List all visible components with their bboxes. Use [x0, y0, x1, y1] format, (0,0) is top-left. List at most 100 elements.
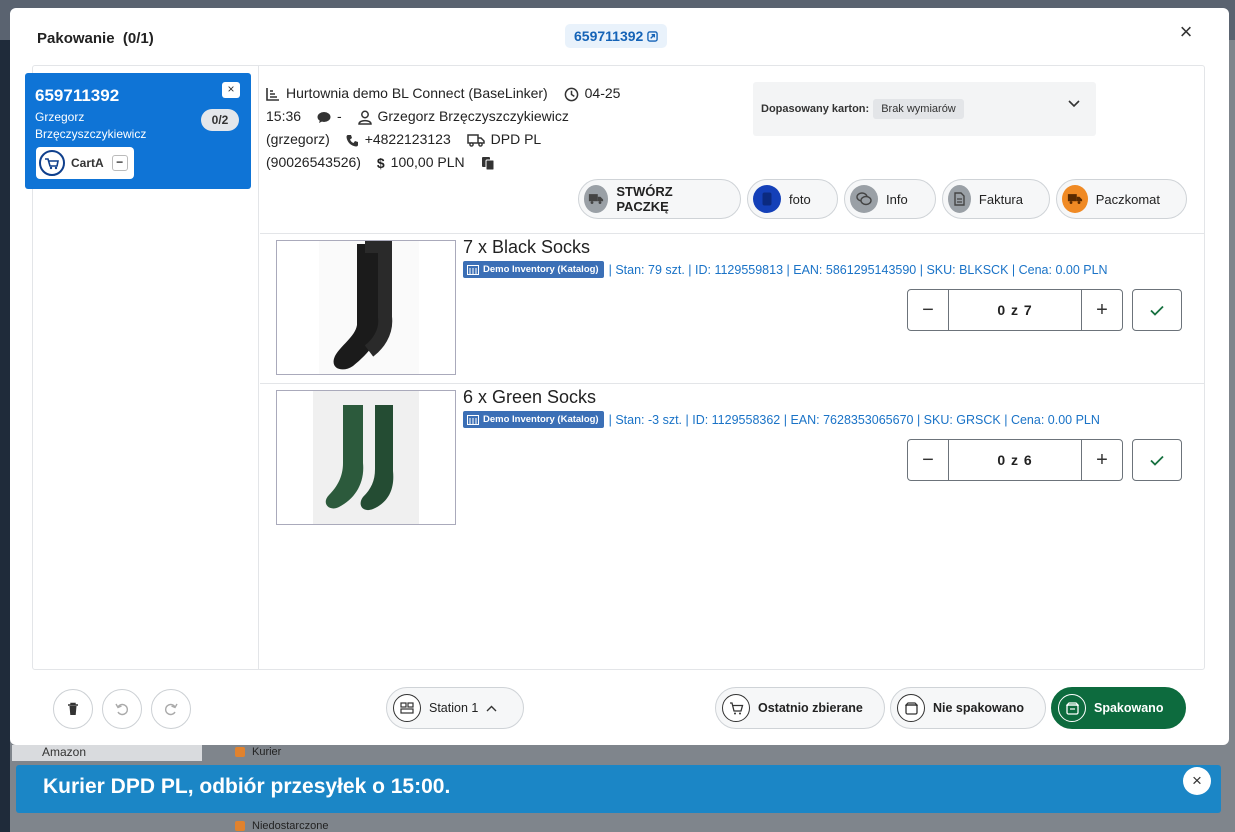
truck-icon — [584, 185, 609, 213]
create-package-label: STWÓRZ PACZKĘ — [616, 184, 673, 214]
cart-remove-button[interactable]: − — [111, 155, 128, 171]
confirm-item-button[interactable] — [1132, 439, 1182, 481]
create-package-button[interactable]: STWÓRZ PACZKĘ — [578, 179, 741, 219]
station-selector[interactable]: Station 1 — [386, 687, 524, 729]
packed-label: Spakowano — [1094, 701, 1164, 715]
invoice-label: Faktura — [978, 191, 1023, 207]
increment-button[interactable]: + — [1082, 440, 1122, 480]
order-info: Hurtownia demo BL Connect (BaseLinker) 0… — [266, 82, 656, 175]
product-title: 6 x Green Socks — [463, 387, 597, 407]
order-tracking: (90026543526) — [266, 154, 361, 170]
product-details: | Stan: -3 szt. | ID: 1129558362 | EAN: … — [608, 412, 1100, 427]
clock-icon — [564, 87, 578, 102]
recently-picked-label: Ostatnio zbierane — [758, 701, 863, 715]
chart-icon — [266, 88, 279, 102]
trash-icon — [68, 702, 78, 715]
product-row: 7 x Black Socks Demo Inventory (Katalog)… — [260, 233, 1205, 383]
quantity-stepper: − 0 z 6 + — [907, 439, 1123, 481]
order-phone: +4822123123 — [364, 131, 451, 147]
order-date: 04-25 — [584, 85, 621, 101]
carton-selector[interactable]: Dopasowany karton: Brak wymiarów — [753, 82, 1096, 136]
background-sidebar — [0, 40, 10, 832]
order-main: Hurtownia demo BL Connect (BaseLinker) 0… — [260, 66, 1205, 669]
check-icon — [1150, 305, 1164, 316]
quantity-stepper: − 0 z 7 + — [907, 289, 1123, 331]
recently-picked-button[interactable]: Ostatnio zbierane — [715, 687, 885, 729]
cart-icon — [722, 694, 750, 722]
background-row-label: Kurier — [252, 746, 282, 758]
redo-icon — [165, 703, 178, 716]
copy-icon[interactable] — [481, 156, 495, 171]
notification-toast: Kurier DPD PL, odbiór przesyłek o 15:00.… — [16, 765, 1221, 813]
toast-close-button[interactable]: × — [1183, 767, 1211, 795]
background-select: Amazon — [12, 745, 202, 761]
order-customer: Grzegorz Brzęczyszczykiewicz — [377, 108, 569, 124]
product-title: 7 x Black Socks — [463, 237, 591, 257]
modal-title-text: Pakowanie — [37, 30, 115, 47]
warehouse-icon — [467, 264, 479, 275]
customer-last-name: Brzęczyszczykiewicz — [35, 127, 147, 141]
box-icon — [897, 694, 925, 722]
modal-title: Pakowanie (0/1) — [37, 30, 154, 47]
parcel-locker-button[interactable]: Paczkomat — [1056, 179, 1187, 219]
phone-icon — [346, 134, 358, 147]
packed-button[interactable]: Spakowano — [1051, 687, 1186, 729]
order-time: 15:36 — [266, 108, 302, 124]
carton-label: Dopasowany karton: — [761, 103, 870, 115]
inventory-label: Demo Inventory (Katalog) — [483, 264, 599, 275]
cart-chip[interactable]: CartA − — [36, 147, 134, 179]
truck-icon — [466, 134, 485, 147]
comment-icon — [317, 111, 331, 123]
product-row: 6 x Green Socks Demo Inventory (Katalog)… — [260, 383, 1205, 533]
order-source: Hurtownia demo BL Connect (BaseLinker) — [286, 85, 548, 101]
check-icon — [1150, 455, 1164, 466]
cart-logo-icon — [39, 150, 65, 176]
info-button[interactable]: Info — [844, 179, 936, 219]
orders-sidebar: 659711392 Grzegorz Brzęczyszczykiewicz ×… — [25, 66, 259, 669]
confirm-item-button[interactable] — [1132, 289, 1182, 331]
increment-button[interactable]: + — [1082, 290, 1122, 330]
order-number-text: 659711392 — [574, 28, 644, 44]
order-card-number: 659711392 — [35, 86, 120, 105]
product-image — [276, 390, 456, 525]
not-packed-button[interactable]: Nie spakowano — [890, 687, 1046, 729]
warehouse-icon — [467, 414, 479, 425]
user-icon — [357, 110, 372, 125]
undo-button[interactable] — [102, 689, 142, 729]
decrement-button[interactable]: − — [908, 290, 948, 330]
order-card-count-badge: 0/2 — [201, 109, 239, 131]
order-courier: DPD PL — [490, 131, 542, 147]
background-tag-icon — [235, 747, 245, 757]
customer-first-name: Grzegorz — [35, 110, 85, 124]
order-amount: 100,00 PLN — [390, 154, 465, 170]
order-card[interactable]: 659711392 Grzegorz Brzęczyszczykiewicz ×… — [25, 73, 251, 189]
redo-button[interactable] — [151, 689, 191, 729]
action-buttons: STWÓRZ PACZKĘ foto Info Faktura Paczkoma… — [578, 179, 1187, 219]
order-card-customer: Grzegorz Brzęczyszczykiewicz — [35, 109, 185, 143]
background-tag-icon — [235, 821, 245, 831]
invoice-button[interactable]: Faktura — [942, 179, 1050, 219]
cart-label: CartA — [71, 156, 104, 170]
packing-modal: Pakowanie (0/1) 659711392 × 659711392 Gr… — [10, 8, 1229, 745]
background-row-label: Niedostarczone — [252, 820, 329, 832]
decrement-button[interactable]: − — [908, 440, 948, 480]
toast-message: Kurier DPD PL, odbiór przesyłek o 15:00. — [43, 775, 451, 798]
delete-button[interactable] — [53, 689, 93, 729]
order-number-link[interactable]: 659711392 — [565, 24, 668, 48]
order-card-close-button[interactable]: × — [222, 82, 240, 98]
truck-icon — [1062, 185, 1088, 213]
modal-close-button[interactable]: × — [1175, 21, 1197, 44]
photo-button[interactable]: foto — [747, 179, 838, 219]
product-details: | Stan: 79 szt. | ID: 1129559813 | EAN: … — [608, 262, 1108, 277]
packing-panel: 659711392 Grzegorz Brzęczyszczykiewicz ×… — [25, 65, 1205, 670]
phone-device-icon — [753, 185, 781, 213]
document-icon — [948, 185, 971, 213]
not-packed-label: Nie spakowano — [933, 701, 1024, 715]
product-meta: Demo Inventory (Katalog) | Stan: 79 szt.… — [463, 261, 1108, 278]
box-icon — [1058, 694, 1086, 722]
inventory-label: Demo Inventory (Katalog) — [483, 414, 599, 425]
station-label: Station 1 — [429, 701, 479, 715]
parcel-locker-label: Paczkomat — [1095, 191, 1160, 207]
order-comment: - — [336, 108, 342, 124]
dollar-icon: $ — [376, 154, 385, 171]
